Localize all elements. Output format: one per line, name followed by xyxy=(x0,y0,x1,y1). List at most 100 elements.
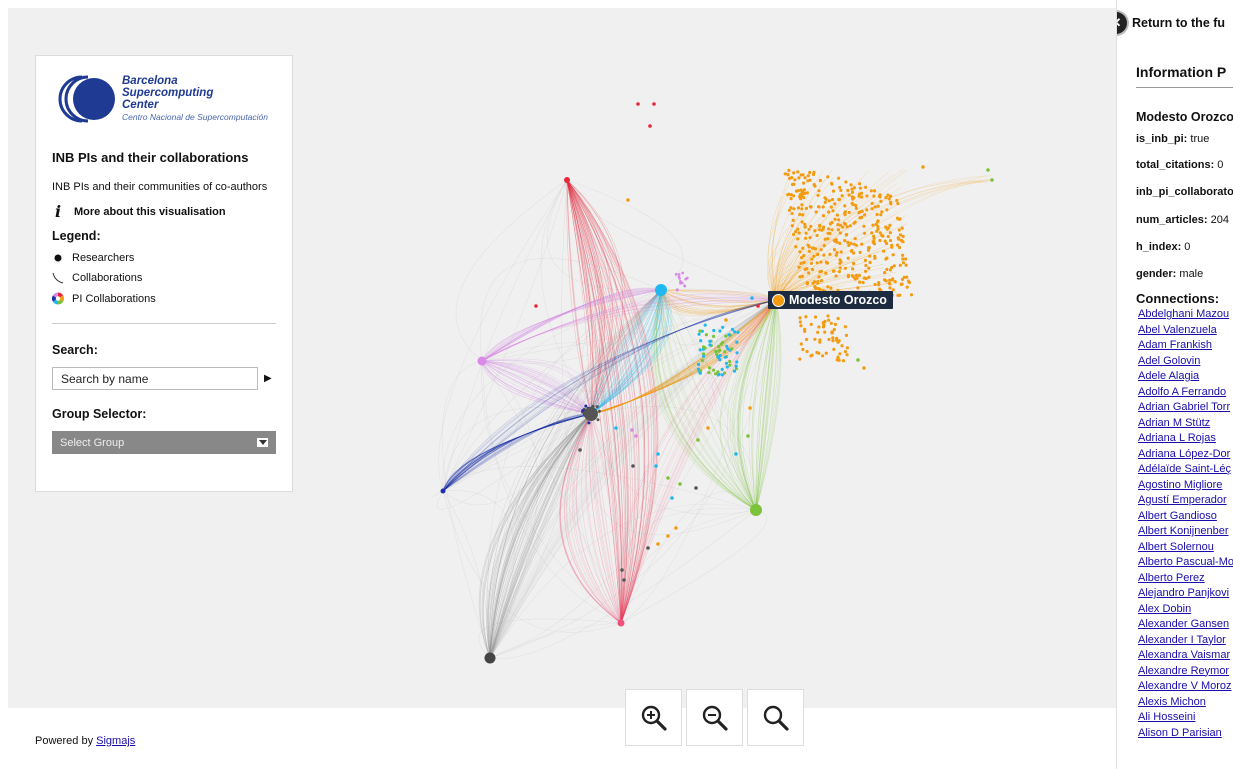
pi-node-cyan[interactable] xyxy=(655,284,667,296)
researcher-node xyxy=(986,168,990,172)
researcher-node xyxy=(656,452,660,456)
researcher-node xyxy=(707,366,712,370)
researcher-node xyxy=(816,193,820,197)
researcher-node xyxy=(631,464,635,468)
connection-link[interactable]: Adolfo A Ferrando xyxy=(1138,386,1226,398)
connection-link[interactable]: Adel Golovin xyxy=(1138,355,1200,367)
researcher-node xyxy=(898,245,902,250)
researcher-node xyxy=(879,213,883,217)
researcher-node xyxy=(829,321,833,325)
researcher-node xyxy=(850,249,854,253)
connection-link[interactable]: Alberto Perez xyxy=(1138,572,1205,584)
researcher-node xyxy=(830,197,835,202)
pi-node-violet[interactable] xyxy=(477,356,487,366)
connection-link[interactable]: Alexandre Reymor xyxy=(1138,665,1229,677)
connection-link[interactable]: Alexis Michon xyxy=(1138,696,1206,708)
researcher-node xyxy=(832,347,836,351)
group-select-dropdown[interactable]: Select Group xyxy=(52,431,276,454)
pi-node-pink[interactable] xyxy=(617,619,625,627)
connection-link[interactable]: Alberto Pascual-Mo xyxy=(1138,556,1233,568)
attr-h-index: h_index: 0 xyxy=(1136,241,1190,253)
connection-link[interactable]: Alexandra Vaismar xyxy=(1138,649,1230,661)
researcher-node xyxy=(666,476,670,480)
search-submit-arrow-icon[interactable]: ▶ xyxy=(264,373,272,384)
researcher-node xyxy=(783,172,787,176)
connection-link[interactable]: Alex Dobin xyxy=(1138,603,1191,615)
researcher-node xyxy=(792,207,796,211)
pi-node-red[interactable] xyxy=(564,177,570,183)
researcher-node xyxy=(826,285,830,289)
researcher-node xyxy=(789,197,793,201)
researcher-node xyxy=(898,293,902,297)
connection-link[interactable]: Albert Konijnenber xyxy=(1138,525,1229,537)
researcher-node xyxy=(803,225,807,229)
connection-link[interactable]: Alejandro Panjkovi xyxy=(1138,587,1229,599)
researcher-node xyxy=(901,253,905,257)
connection-link[interactable]: Ali Hosseini xyxy=(1138,711,1195,723)
researcher-node xyxy=(699,339,703,343)
connection-link[interactable]: Adélaïde Saint-Léç xyxy=(1138,463,1231,475)
researcher-node xyxy=(798,316,802,320)
return-button[interactable]: ✕ Return to the fu xyxy=(1117,12,1225,34)
zoom-out-button[interactable] xyxy=(686,689,743,746)
zoom-reset-button[interactable] xyxy=(747,689,804,746)
researcher-node xyxy=(878,195,882,199)
researcher-node xyxy=(904,263,908,267)
attr-value: 204 xyxy=(1207,214,1229,226)
researcher-node xyxy=(859,191,864,195)
researcher-node xyxy=(812,183,816,187)
connection-link[interactable]: Adrian Gabriel Torr xyxy=(1138,401,1230,413)
researcher-node xyxy=(716,355,720,359)
researcher-node xyxy=(818,224,822,228)
search-input[interactable] xyxy=(52,367,258,390)
connection-link[interactable]: Adrian M Stütz xyxy=(1138,417,1210,429)
researcher-node xyxy=(835,213,840,217)
pi-node-green[interactable] xyxy=(750,504,762,516)
researcher-node xyxy=(725,344,729,348)
pi-node-cluster[interactable] xyxy=(584,407,598,421)
connection-link[interactable]: Albert Gandioso xyxy=(1138,510,1217,522)
researcher-node xyxy=(646,546,650,550)
researcher-node xyxy=(806,174,810,178)
researcher-node xyxy=(853,237,857,241)
connection-link[interactable]: Abel Valenzuela xyxy=(1138,324,1217,336)
connection-link[interactable]: Adriana López-Dor xyxy=(1138,448,1230,460)
attr-key: gender: xyxy=(1136,268,1177,280)
researcher-node xyxy=(846,273,851,278)
sigmajs-link[interactable]: Sigmajs xyxy=(96,735,135,747)
researcher-node xyxy=(838,266,842,270)
more-about-link[interactable]: i More about this visualisation xyxy=(52,202,276,221)
logo-line-2: Supercomputing xyxy=(122,87,214,99)
researcher-node xyxy=(902,275,906,279)
researcher-node xyxy=(836,356,840,360)
researcher-node xyxy=(866,248,871,252)
researcher-node xyxy=(666,534,670,538)
researcher-node xyxy=(865,208,869,212)
researcher-node xyxy=(794,245,798,249)
pi-node-dark[interactable] xyxy=(484,652,496,664)
researcher-node xyxy=(803,176,807,180)
connection-item: Alberto Perez xyxy=(1138,571,1233,587)
researcher-node xyxy=(872,194,876,198)
pi-node-navy[interactable] xyxy=(440,488,446,494)
researcher-node xyxy=(889,200,893,204)
researcher-node xyxy=(831,339,835,343)
zoom-in-button[interactable] xyxy=(625,689,682,746)
connection-link[interactable]: Agostino Migliore xyxy=(1138,479,1222,491)
connection-link[interactable]: Alexandre V Moroz xyxy=(1138,680,1232,692)
connection-link[interactable]: Adele Alagia xyxy=(1138,370,1199,382)
researcher-node xyxy=(885,256,889,260)
connection-link[interactable]: Adriana L Rojas xyxy=(1138,432,1216,444)
connection-link[interactable]: Agustí Emperador xyxy=(1138,494,1227,506)
researcher-node xyxy=(827,199,832,203)
connection-link[interactable]: Alexander Gansen xyxy=(1138,618,1229,630)
connection-link[interactable]: Albert Solernou xyxy=(1138,541,1214,553)
researcher-node xyxy=(858,280,862,284)
connection-link[interactable]: Alexander I Taylor xyxy=(1138,634,1226,646)
researcher-node xyxy=(885,267,889,272)
researcher-node xyxy=(803,329,807,333)
selected-node-label[interactable]: Modesto Orozco xyxy=(768,291,893,309)
connection-link[interactable]: Adam Frankish xyxy=(1138,339,1212,351)
connection-link[interactable]: Alison D Parisian xyxy=(1138,727,1222,739)
connection-link[interactable]: Abdelghani Mazou xyxy=(1138,308,1229,320)
